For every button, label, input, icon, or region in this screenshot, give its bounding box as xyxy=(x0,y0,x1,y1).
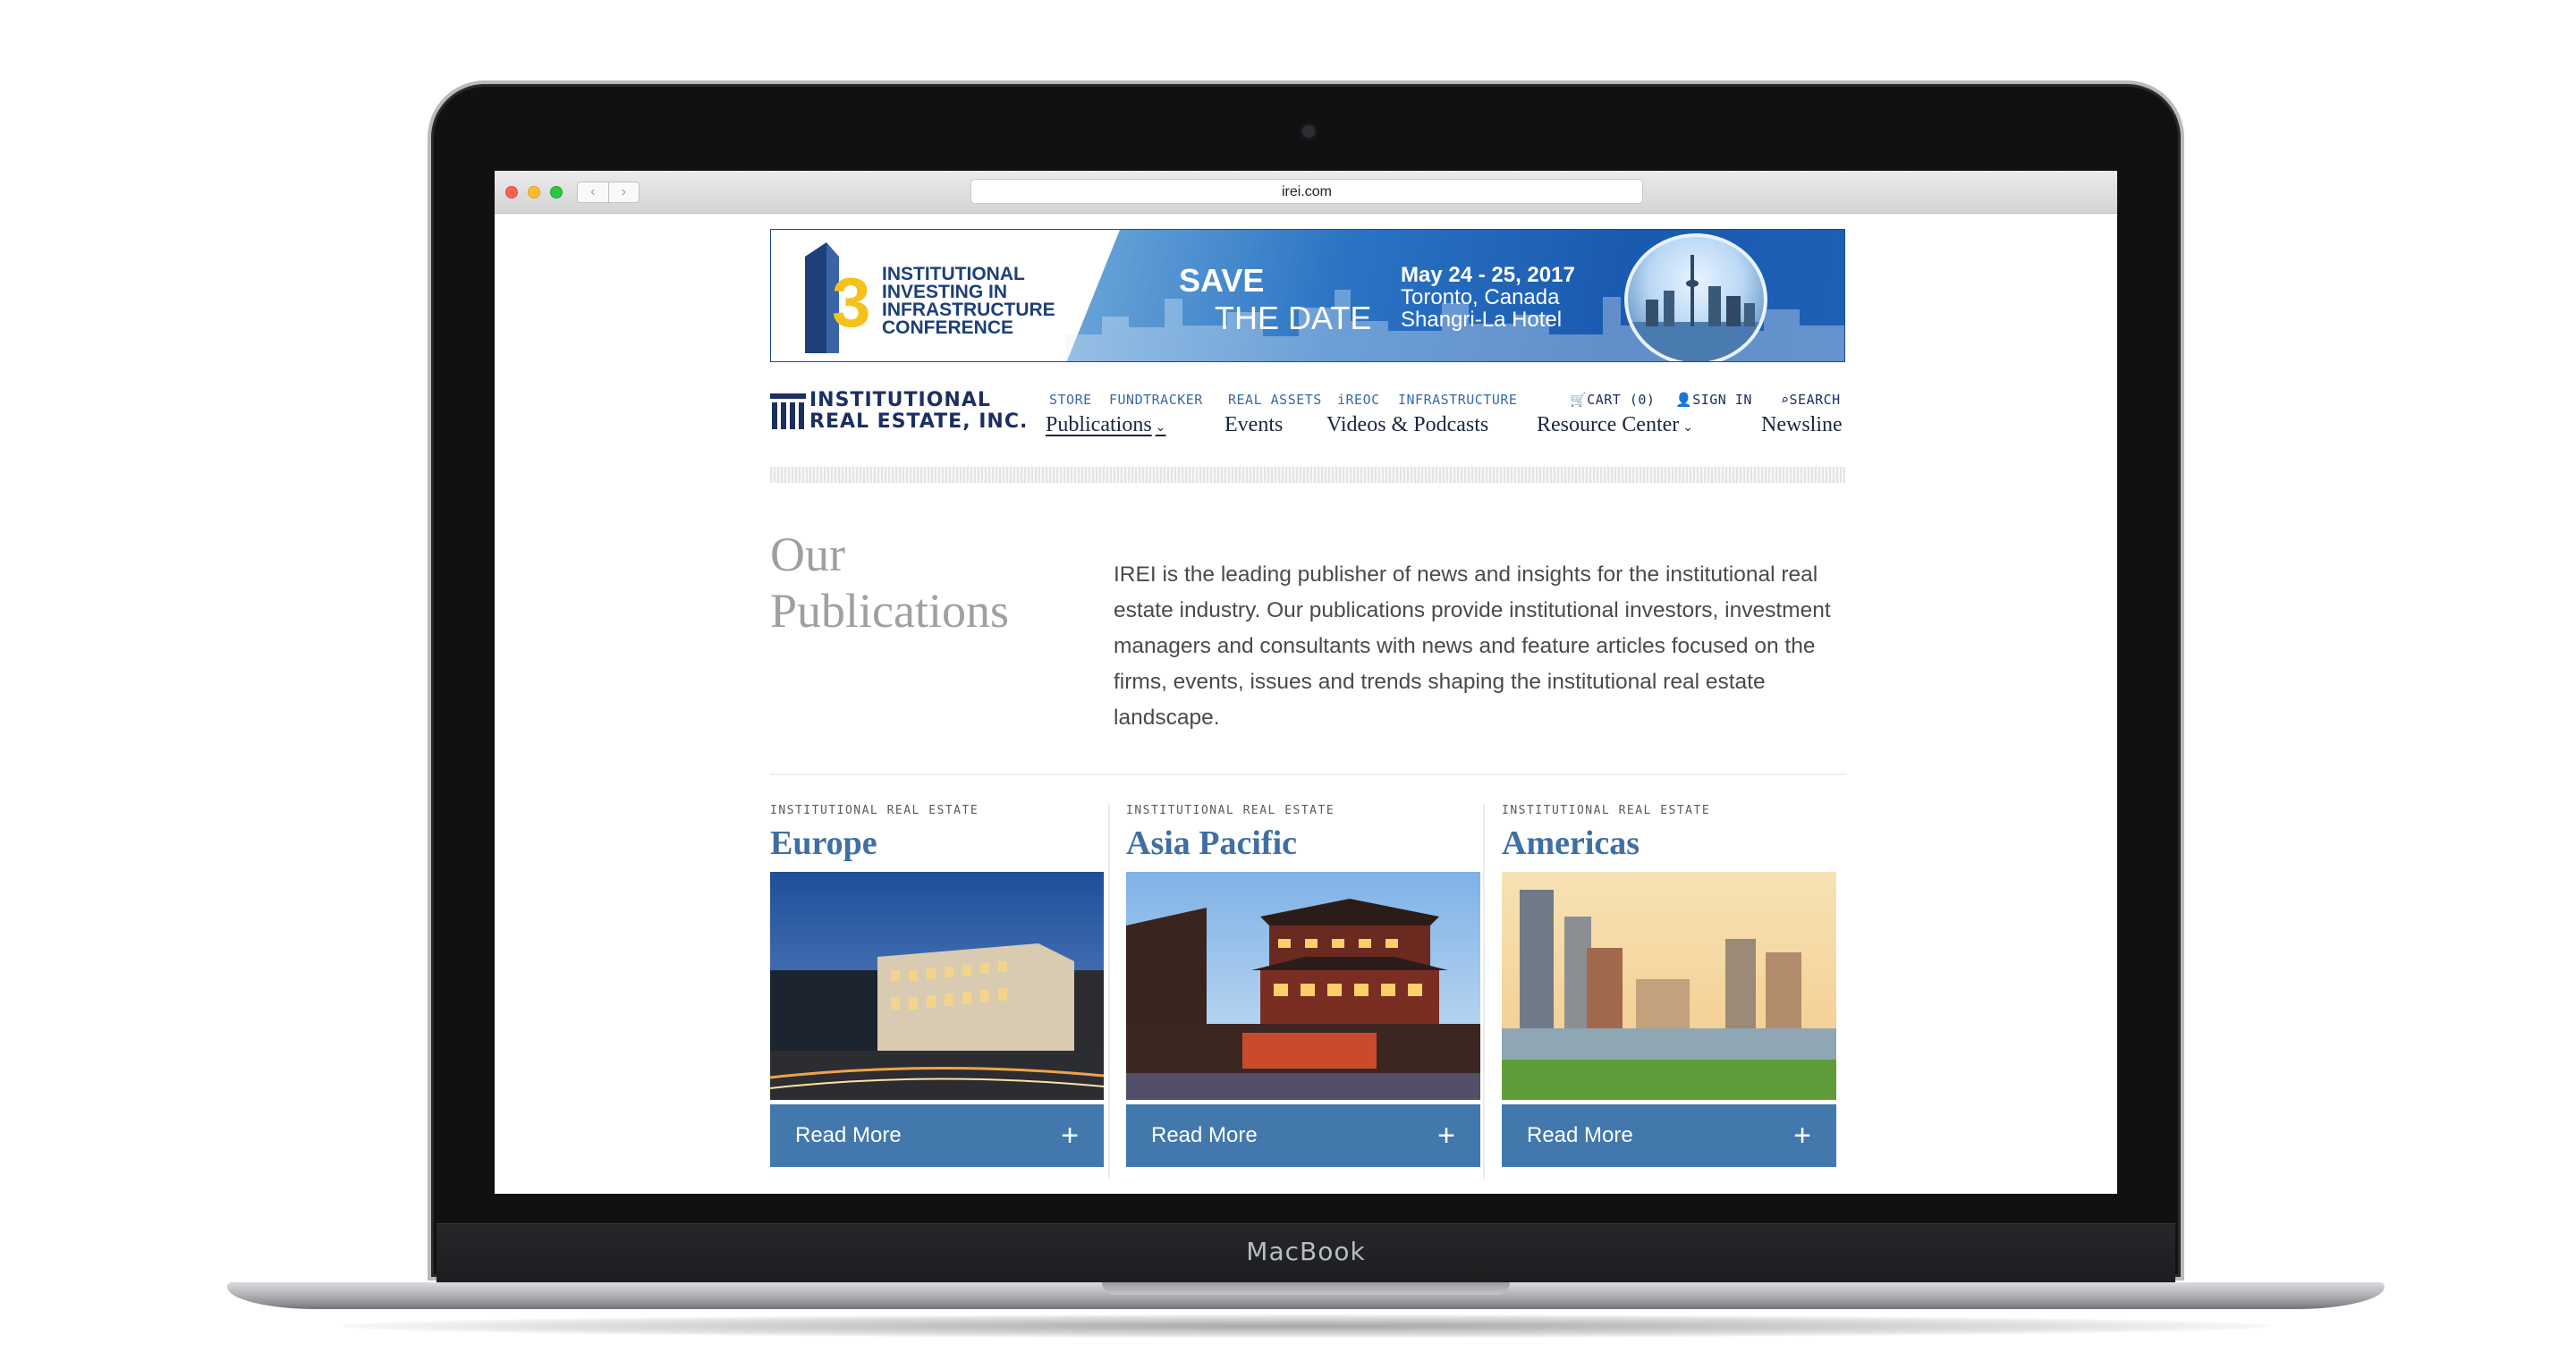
device-brand-label: MacBook xyxy=(1246,1237,1366,1266)
util-link-real-assets[interactable]: REAL ASSETS xyxy=(1228,392,1322,408)
page-title-line-1: Our xyxy=(770,528,845,581)
sign-in-label: SIGN IN xyxy=(1692,392,1752,408)
util-link-infrastructure[interactable]: INFRASTRUCTURE xyxy=(1398,392,1517,408)
plus-icon: + xyxy=(1061,1119,1079,1153)
page-title: Our Publications xyxy=(770,527,1065,639)
cart-link[interactable]: 🛒CART (0) xyxy=(1570,392,1655,408)
read-more-button[interactable]: Read More + xyxy=(1502,1104,1836,1167)
card-title[interactable]: Americas xyxy=(1502,824,1640,863)
search-link[interactable]: ⌕SEARCH xyxy=(1781,392,1841,408)
irei-logo[interactable]: INSTITUTIONAL REAL ESTATE, INC. xyxy=(770,388,1027,435)
cart-label: CART (0) xyxy=(1587,392,1656,408)
banner-city-photo xyxy=(1624,233,1767,361)
zoom-window-button[interactable] xyxy=(550,186,563,199)
nav-publications[interactable]: Publications ⌄ xyxy=(1046,413,1165,437)
read-more-button[interactable]: Read More + xyxy=(1126,1104,1480,1167)
close-window-button[interactable] xyxy=(505,186,518,199)
screen: ‹ › irei.com 3 INSTITUTIONAL INVESTING I… xyxy=(495,171,2117,1194)
banner-save: SAVE xyxy=(1179,262,1265,299)
util-link-store[interactable]: STORE xyxy=(1049,392,1092,408)
read-more-label: Read More xyxy=(1151,1123,1258,1147)
banner-venue: Shangri-La Hotel xyxy=(1401,308,1563,332)
address-bar[interactable]: irei.com xyxy=(970,179,1643,204)
section-divider xyxy=(770,773,1845,775)
plus-icon: + xyxy=(1437,1119,1455,1153)
americas-photo[interactable] xyxy=(1502,872,1836,1100)
browser-titlebar: ‹ › irei.com xyxy=(495,171,2117,214)
asia-pacific-photo[interactable] xyxy=(1126,872,1480,1100)
banner-title: INSTITUTIONAL INVESTING IN INFRASTRUCTUR… xyxy=(882,264,1055,338)
chevron-down-icon: ⌄ xyxy=(1155,420,1166,435)
util-link-fundtracker[interactable]: FUNDTRACKER xyxy=(1109,392,1203,408)
web-page: 3 INSTITUTIONAL INVESTING IN INFRASTRUCT… xyxy=(495,214,2117,1194)
chevron-down-icon: ⌄ xyxy=(1682,420,1694,435)
logo-wordmark: INSTITUTIONAL REAL ESTATE, INC. xyxy=(809,390,1028,433)
read-more-label: Read More xyxy=(1527,1123,1633,1147)
back-icon[interactable]: ‹ xyxy=(578,182,608,202)
camera xyxy=(1302,125,1315,138)
search-icon: ⌕ xyxy=(1781,392,1790,408)
banner-logo-number: 3 xyxy=(832,263,870,342)
page-title-line-2: Publications xyxy=(770,584,1009,638)
nav-publications-label: Publications xyxy=(1046,413,1152,436)
columns-logo-icon xyxy=(770,393,806,429)
i3-logo-icon: 3 xyxy=(805,242,870,353)
read-more-label: Read More xyxy=(795,1123,902,1147)
card-kicker: INSTITUTIONAL REAL ESTATE xyxy=(1502,804,1711,817)
sign-in-link[interactable]: 👤SIGN IN xyxy=(1675,392,1752,408)
nav-resource-label: Resource Center xyxy=(1537,413,1680,436)
banner-city: Toronto, Canada xyxy=(1401,285,1560,309)
util-link-ireoc[interactable]: iREOC xyxy=(1337,392,1380,408)
laptop-shadow xyxy=(340,1315,2272,1338)
banner-dates: May 24 - 25, 2017 xyxy=(1401,263,1575,287)
column-divider xyxy=(1108,804,1110,1179)
intro-text: IREI is the leading publisher of news an… xyxy=(1114,562,1831,730)
conference-banner[interactable]: 3 INSTITUTIONAL INVESTING IN INFRASTRUCT… xyxy=(770,229,1845,362)
nav-resource-center[interactable]: Resource Center ⌄ xyxy=(1537,413,1693,437)
user-icon: 👤 xyxy=(1675,392,1693,408)
europe-photo[interactable] xyxy=(770,872,1104,1100)
browser-nav-buttons: ‹ › xyxy=(577,182,640,203)
read-more-button[interactable]: Read More + xyxy=(770,1104,1104,1167)
search-label: SEARCH xyxy=(1789,392,1841,408)
logo-line-2: REAL ESTATE, INC. xyxy=(809,410,1029,433)
banner-the-date: THE DATE xyxy=(1215,300,1372,336)
card-title[interactable]: Asia Pacific xyxy=(1126,824,1297,863)
minimize-window-button[interactable] xyxy=(528,186,540,199)
laptop-notch xyxy=(1102,1282,1510,1295)
forward-icon[interactable]: › xyxy=(607,182,640,202)
card-title[interactable]: Europe xyxy=(770,824,877,863)
cart-icon: 🛒 xyxy=(1570,392,1588,408)
nav-newsline[interactable]: Newsline xyxy=(1761,413,1843,437)
nav-videos-podcasts[interactable]: Videos & Podcasts xyxy=(1326,413,1488,437)
card-kicker: INSTITUTIONAL REAL ESTATE xyxy=(770,804,979,817)
laptop-chin: MacBook xyxy=(436,1223,2175,1282)
plus-icon: + xyxy=(1793,1119,1811,1153)
logo-line-1: INSTITUTIONAL xyxy=(809,389,991,411)
nav-events[interactable]: Events xyxy=(1224,413,1283,437)
banner-event-info: May 24 - 25, 2017 Toronto, Canada Shangr… xyxy=(1401,264,1575,331)
column-divider xyxy=(1483,804,1485,1179)
card-kicker: INSTITUTIONAL REAL ESTATE xyxy=(1126,804,1335,817)
header-divider xyxy=(770,467,1845,483)
